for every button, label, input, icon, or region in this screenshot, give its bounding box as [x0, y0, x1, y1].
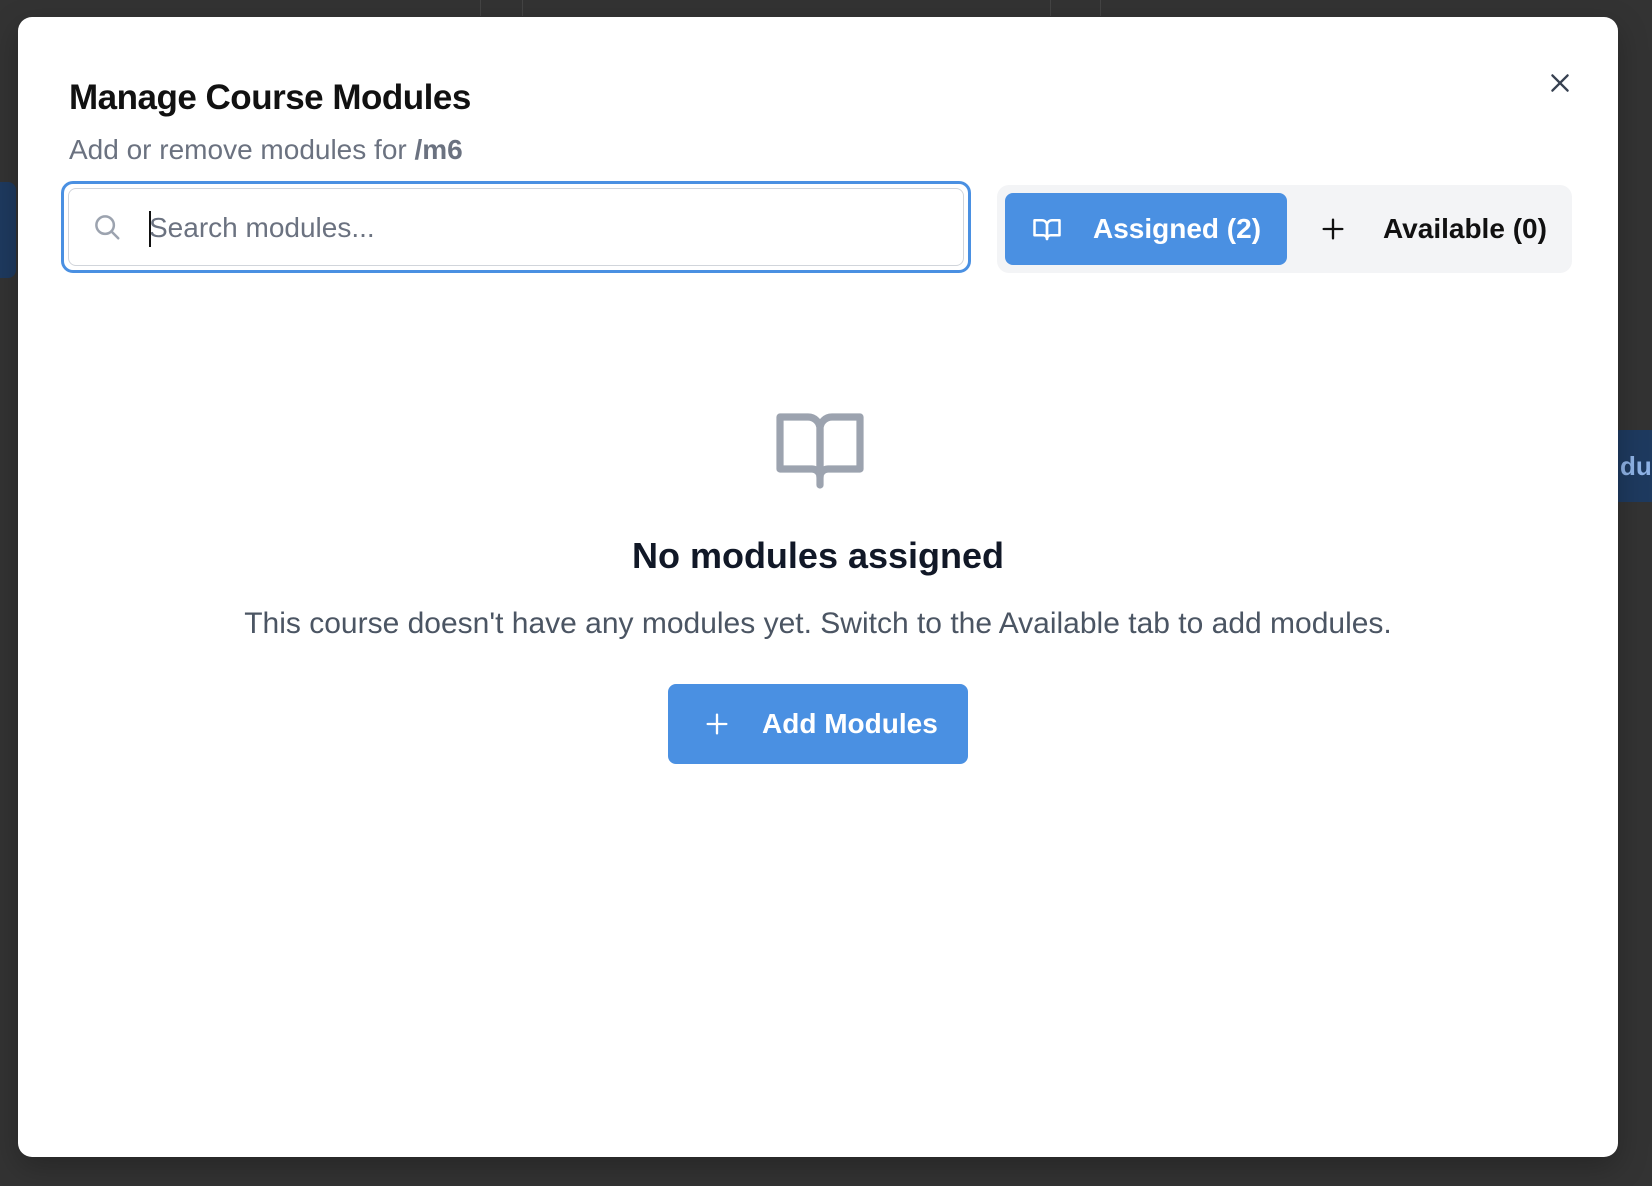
module-tabs: Assigned (2) Available (0) [997, 185, 1572, 273]
close-icon [1551, 74, 1569, 92]
subtitle-text: Add or remove modules for [69, 134, 415, 165]
tab-available-label: Available (0) [1383, 213, 1547, 244]
empty-state-title: No modules assigned [631, 535, 1005, 576]
background-sidebar-tab [0, 182, 16, 278]
tab-available[interactable]: Available (0) [1287, 193, 1564, 265]
search-icon [91, 211, 123, 243]
background-button: du [1612, 430, 1652, 502]
background-divider [1100, 0, 1101, 16]
text-cursor [149, 211, 151, 247]
book-open-icon [1031, 213, 1063, 245]
manage-modules-dialog: Manage Course Modules Add or remove modu… [18, 17, 1618, 1157]
add-modules-button[interactable]: Add Modules [668, 684, 968, 764]
search-input[interactable] [147, 189, 953, 267]
background-divider [522, 0, 523, 16]
search-field[interactable] [61, 181, 971, 273]
background-divider [480, 0, 481, 16]
dialog-subtitle: Add or remove modules for /m6 [69, 134, 463, 166]
tab-assigned[interactable]: Assigned (2) [1005, 193, 1287, 265]
course-slug: /m6 [414, 134, 463, 165]
dialog-title: Manage Course Modules [69, 78, 471, 117]
close-button[interactable] [1540, 63, 1580, 103]
book-open-icon [772, 401, 868, 497]
background-divider [1050, 0, 1051, 16]
tab-assigned-label: Assigned (2) [1093, 213, 1262, 244]
plus-icon [702, 709, 732, 739]
add-modules-label: Add Modules [762, 708, 938, 739]
search-field-inner[interactable] [68, 188, 964, 267]
plus-icon [1317, 213, 1349, 245]
empty-state-description: This course doesn't have any modules yet… [244, 607, 1392, 640]
